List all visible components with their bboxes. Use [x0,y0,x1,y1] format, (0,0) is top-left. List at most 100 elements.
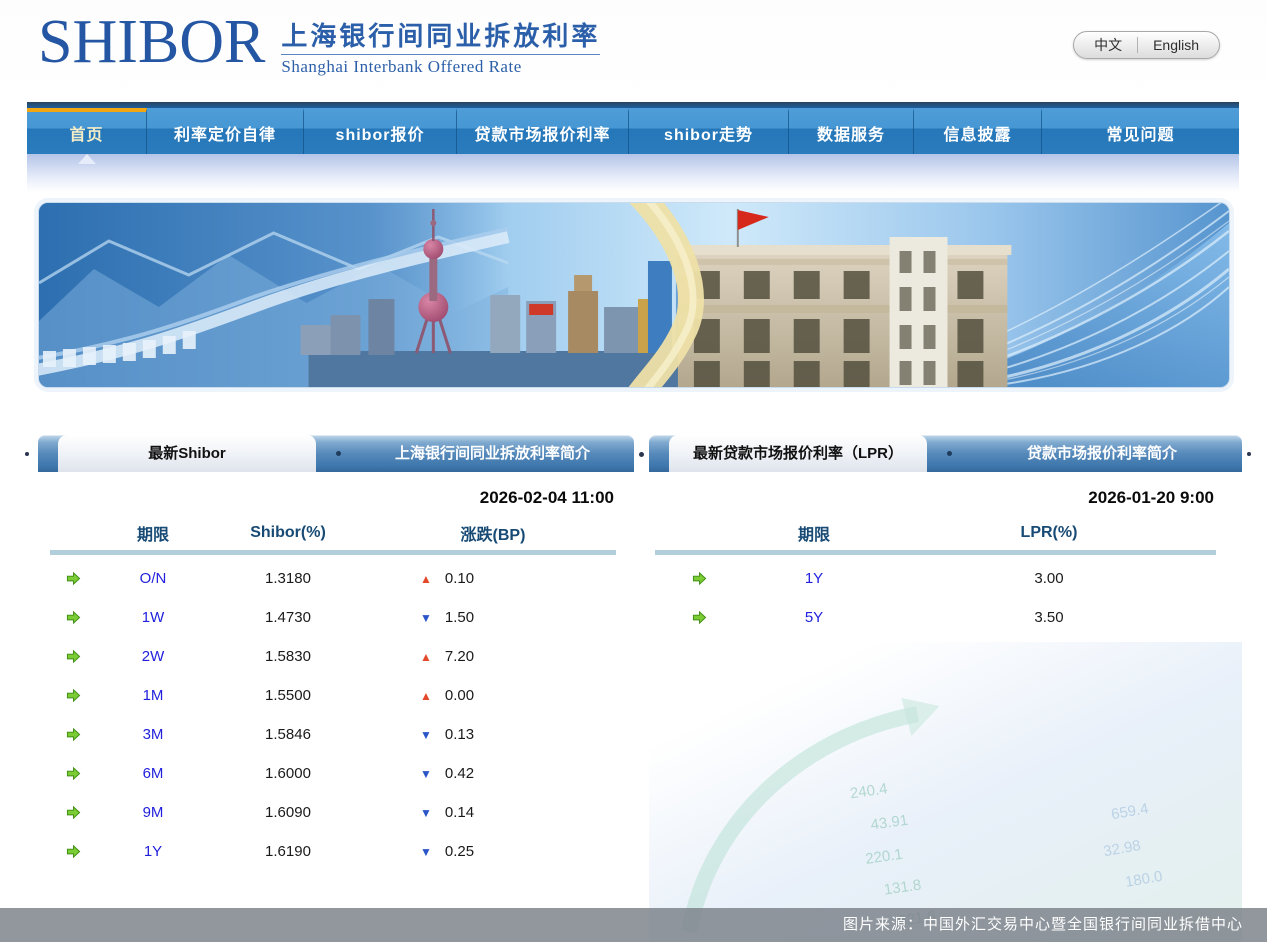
change-value: 0.13 [445,726,474,743]
rate-value: 1.5500 [198,687,378,704]
nav-item-home[interactable]: 首页 [27,108,147,154]
language-chinese-button[interactable]: 中文 [1079,35,1137,55]
rate-value: 1.5846 [198,726,378,743]
nav-item-lpr[interactable]: 贷款市场报价利率 [457,108,629,154]
site-logo: SHIBOR 上海银行间同业拆放利率 Shanghai Interbank Of… [38,12,600,77]
nav-item-information-disclosure[interactable]: 信息披露 [914,108,1042,154]
image-source-caption: 图片来源：中国外汇交易中心暨全国银行间同业拆借中心 [0,908,1267,942]
nav-item-rate-pricing-self-discipline[interactable]: 利率定价自律 [147,108,304,154]
logo-wordmark: SHIBOR [38,12,265,72]
table-row: 1W 1.4730 ▼ 1.50 [38,598,634,637]
shibor-timestamp: 2026-02-04 11:00 [38,488,634,508]
change-direction-icon: ▼ [420,612,432,624]
rate-value: 1.4730 [198,609,378,626]
term-link[interactable]: O/N [108,570,198,587]
change-direction-icon: ▲ [420,651,432,663]
term-link[interactable]: 1Y [108,843,198,860]
green-arrow-icon [66,688,81,703]
tab-shibor-introduction[interactable]: 上海银行间同业拆放利率简介 [351,435,634,472]
change-value: 0.14 [445,804,474,821]
rate-value: 1.6000 [198,765,378,782]
term-link[interactable]: 6M [108,765,198,782]
term-link[interactable]: 1Y [749,570,879,587]
term-link[interactable]: 1W [108,609,198,626]
logo-subtitle-zh: 上海银行间同业拆放利率 [281,21,600,51]
shibor-panel: 最新Shibor 上海银行间同业拆放利率简介 2026-02-04 11:00 … [38,435,634,942]
rate-value: 3.00 [879,570,1219,587]
col-term: 期限 [108,521,198,545]
site-header: SHIBOR 上海银行间同业拆放利率 Shanghai Interbank Of… [0,0,1267,102]
svg-text:131.8: 131.8 [883,876,923,898]
table-row: 3M 1.5846 ▼ 0.13 [38,715,634,754]
lpr-panel: 240.4 43.91 220.1 131.8 621.6 659.4 32.9… [649,435,1242,942]
nav-item-data-services[interactable]: 数据服务 [789,108,914,154]
svg-text:180.0: 180.0 [1124,868,1164,891]
change-value: 0.42 [445,765,474,782]
change-value: 0.00 [445,687,474,704]
rate-value: 1.6090 [198,804,378,821]
nav-item-shibor-quotes[interactable]: shibor报价 [304,108,457,154]
table-row: 1Y 1.6190 ▼ 0.25 [38,832,634,871]
table-row: 1Y 3.00 [649,559,1242,598]
svg-text:32.98: 32.98 [1102,837,1142,860]
term-link[interactable]: 5Y [749,609,879,626]
lpr-tab-bar: 最新贷款市场报价利率（LPR） 贷款市场报价利率简介 [649,435,1242,472]
green-arrow-icon [66,649,81,664]
svg-text:43.91: 43.91 [870,812,910,834]
main-nav: 首页 利率定价自律 shibor报价 贷款市场报价利率 shibor走势 数据服… [27,102,1239,154]
svg-text:220.1: 220.1 [864,846,904,868]
col-change: 涨跌(BP) [378,521,608,545]
language-switch: 中文 English [1073,31,1220,59]
tab-separator-dot [336,451,341,456]
language-english-button[interactable]: English [1138,37,1214,53]
green-arrow-icon [66,727,81,742]
change-direction-icon: ▼ [420,768,432,780]
green-arrow-icon [692,571,707,586]
green-arrow-icon [66,844,81,859]
green-arrow-icon [66,805,81,820]
change-direction-icon: ▼ [420,846,432,858]
lpr-watermark-image: 240.4 43.91 220.1 131.8 621.6 659.4 32.9… [649,642,1242,942]
table-row: 5Y 3.50 [649,598,1242,637]
table-divider [655,550,1216,555]
shibor-homepage: SHIBOR 上海银行间同业拆放利率 Shanghai Interbank Of… [0,0,1267,942]
shibor-table: 2026-02-04 11:00 期限 Shibor(%) 涨跌(BP) O/N… [38,488,634,871]
table-row: O/N 1.3180 ▲ 0.10 [38,559,634,598]
term-link[interactable]: 9M [108,804,198,821]
change-value: 1.50 [445,609,474,626]
green-arrow-icon [66,571,81,586]
lpr-table-header: 期限 LPR(%) [649,518,1242,548]
content-panels: 最新Shibor 上海银行间同业拆放利率简介 2026-02-04 11:00 … [38,435,1242,942]
tab-lpr-introduction[interactable]: 贷款市场报价利率简介 [962,435,1242,472]
lpr-timestamp: 2026-01-20 9:00 [649,488,1242,508]
shibor-tab-bar: 最新Shibor 上海银行间同业拆放利率简介 [38,435,634,472]
tab-separator-dot [947,451,952,456]
term-link[interactable]: 1M [108,687,198,704]
nav-item-shibor-trend[interactable]: shibor走势 [629,108,789,154]
col-rate: Shibor(%) [198,524,378,542]
green-arrow-icon [66,610,81,625]
table-row: 2W 1.5830 ▲ 7.20 [38,637,634,676]
green-arrow-icon [66,766,81,781]
logo-divider [281,54,600,55]
change-value: 0.25 [445,843,474,860]
nav-under-band [27,154,1239,192]
change-direction-icon: ▼ [420,729,432,741]
change-value: 7.20 [445,648,474,665]
nav-item-faq[interactable]: 常见问题 [1042,108,1239,154]
rate-value: 1.6190 [198,843,378,860]
term-link[interactable]: 3M [108,726,198,743]
rate-value: 1.5830 [198,648,378,665]
term-link[interactable]: 2W [108,648,198,665]
svg-text:240.4: 240.4 [849,780,889,802]
logo-subtitles: 上海银行间同业拆放利率 Shanghai Interbank Offered R… [281,12,600,77]
tab-latest-shibor[interactable]: 最新Shibor [58,435,316,472]
change-value: 0.10 [445,570,474,587]
table-row: 6M 1.6000 ▼ 0.42 [38,754,634,793]
change-direction-icon: ▲ [420,573,432,585]
col-term: 期限 [749,521,879,545]
green-arrow-icon [692,610,707,625]
tab-latest-lpr[interactable]: 最新贷款市场报价利率（LPR） [669,435,927,472]
col-rate: LPR(%) [879,524,1219,542]
rate-value: 1.3180 [198,570,378,587]
